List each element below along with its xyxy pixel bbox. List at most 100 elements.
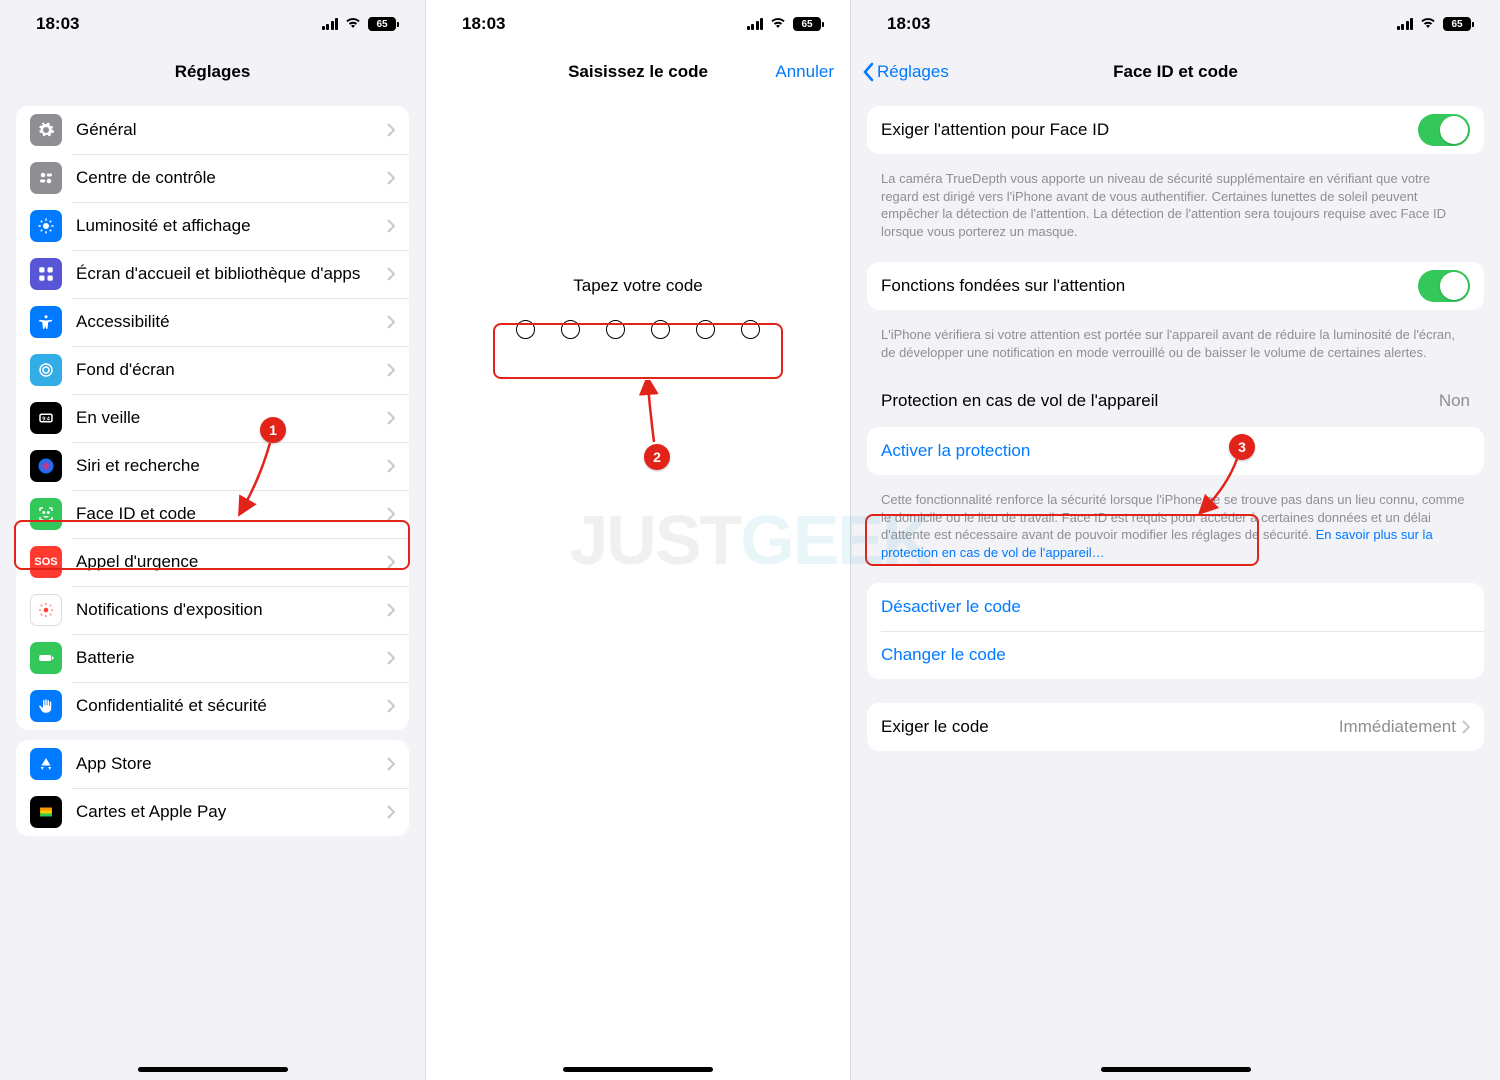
row-attention-features[interactable]: Fonctions fondées sur l'attention xyxy=(867,262,1484,310)
page-title: Saisissez le code xyxy=(568,62,708,82)
status-time: 18:03 xyxy=(887,14,930,34)
group-features: Fonctions fondées sur l'attention xyxy=(867,262,1484,310)
toggle-on[interactable] xyxy=(1418,114,1470,146)
phone-faceid: 18:03 65 Réglages Face ID et code Exiger… xyxy=(850,0,1500,1080)
row-siri[interactable]: Siri et recherche xyxy=(16,442,409,490)
group-code-actions: Désactiver le code Changer le code xyxy=(867,583,1484,679)
row-change-code[interactable]: Changer le code xyxy=(867,631,1484,679)
passcode-dot xyxy=(606,320,625,339)
wifi-icon xyxy=(344,14,362,34)
footer-attention: La caméra TrueDepth vous apporte un nive… xyxy=(851,164,1500,252)
status-time: 18:03 xyxy=(36,14,79,34)
passcode-dots[interactable] xyxy=(426,320,850,339)
toggle-on[interactable] xyxy=(1418,270,1470,302)
hand-icon xyxy=(30,690,62,722)
svg-text:9:4: 9:4 xyxy=(42,416,50,422)
status-bar: 18:03 65 xyxy=(851,0,1500,48)
settings-group-store: App Store Cartes et Apple Pay xyxy=(16,740,409,836)
back-button[interactable]: Réglages xyxy=(861,62,949,82)
home-indicator xyxy=(1101,1067,1251,1072)
group-theft: Activer la protection xyxy=(867,427,1484,475)
chevron-right-icon xyxy=(387,219,395,233)
battery-icon: 65 xyxy=(368,17,399,31)
battery-icon: 65 xyxy=(793,17,824,31)
chevron-right-icon xyxy=(387,315,395,329)
status-bar: 18:03 65 xyxy=(0,0,425,48)
callout-badge-1: 1 xyxy=(260,417,286,443)
chevron-right-icon xyxy=(387,411,395,425)
row-require-attention[interactable]: Exiger l'attention pour Face ID xyxy=(867,106,1484,154)
cancel-button[interactable]: Annuler xyxy=(775,62,834,82)
phone-passcode: 18:03 65 Saisissez le code Annuler Tapez… xyxy=(425,0,850,1080)
status-bar: 18:03 65 xyxy=(426,0,850,48)
chevron-right-icon xyxy=(387,651,395,665)
chevron-right-icon xyxy=(387,363,395,377)
chevron-right-icon xyxy=(387,757,395,771)
status-time: 18:03 xyxy=(462,14,505,34)
row-privacy[interactable]: Confidentialité et sécurité xyxy=(16,682,409,730)
phone-settings: 18:03 65 Réglages Général Centre de cont… xyxy=(0,0,425,1080)
passcode-prompt: Tapez votre code xyxy=(426,276,850,296)
accessibility-icon xyxy=(30,306,62,338)
row-appstore[interactable]: App Store xyxy=(16,740,409,788)
wifi-icon xyxy=(769,14,787,34)
footer-theft: Cette fonctionnalité renforce la sécurit… xyxy=(851,485,1500,573)
nav-bar: Saisissez le code Annuler xyxy=(426,48,850,96)
status-right: 65 xyxy=(1397,14,1475,34)
cellular-icon xyxy=(322,18,339,30)
toggles-icon xyxy=(30,162,62,194)
chevron-right-icon xyxy=(387,507,395,521)
chevron-right-icon xyxy=(1462,720,1470,734)
chevron-left-icon xyxy=(861,62,875,82)
gear-icon xyxy=(30,114,62,146)
callout-badge-2: 2 xyxy=(644,444,670,470)
cellular-icon xyxy=(747,18,764,30)
faceid-icon xyxy=(30,498,62,530)
passcode-dot xyxy=(561,320,580,339)
row-enable-protection[interactable]: Activer la protection xyxy=(867,427,1484,475)
home-indicator xyxy=(563,1067,713,1072)
row-faceid[interactable]: Face ID et code xyxy=(16,490,409,538)
row-accessibility[interactable]: Accessibilité xyxy=(16,298,409,346)
row-disable-code[interactable]: Désactiver le code xyxy=(867,583,1484,631)
row-sos[interactable]: SOSAppel d'urgence xyxy=(16,538,409,586)
row-display[interactable]: Luminosité et affichage xyxy=(16,202,409,250)
sos-icon: SOS xyxy=(30,546,62,578)
siri-icon xyxy=(30,450,62,482)
chevron-right-icon xyxy=(387,267,395,281)
home-indicator xyxy=(138,1067,288,1072)
passcode-dot xyxy=(741,320,760,339)
callout-arrow-2 xyxy=(636,380,666,448)
chevron-right-icon xyxy=(387,805,395,819)
footer-features: L'iPhone vérifiera si votre attention es… xyxy=(851,320,1500,373)
chevron-right-icon xyxy=(387,459,395,473)
cellular-icon xyxy=(1397,18,1414,30)
passcode-dot xyxy=(651,320,670,339)
chevron-right-icon xyxy=(387,171,395,185)
status-right: 65 xyxy=(322,14,400,34)
row-wallpaper[interactable]: Fond d'écran xyxy=(16,346,409,394)
row-require-code[interactable]: Exiger le code Immédiatement xyxy=(867,703,1484,751)
chevron-right-icon xyxy=(387,123,395,137)
nav-bar: Réglages xyxy=(0,48,425,96)
group-attention: Exiger l'attention pour Face ID xyxy=(867,106,1484,154)
brightness-icon xyxy=(30,210,62,242)
row-battery[interactable]: Batterie xyxy=(16,634,409,682)
nav-bar: Réglages Face ID et code xyxy=(851,48,1500,96)
wallet-icon xyxy=(30,796,62,828)
chevron-right-icon xyxy=(387,555,395,569)
status-right: 65 xyxy=(747,14,825,34)
row-exposure[interactable]: Notifications d'exposition xyxy=(16,586,409,634)
row-general[interactable]: Général xyxy=(16,106,409,154)
passcode-area: Tapez votre code xyxy=(426,96,850,339)
row-standby[interactable]: 9:4En veille xyxy=(16,394,409,442)
row-homescreen[interactable]: Écran d'accueil et bibliothèque d'apps xyxy=(16,250,409,298)
page-title: Face ID et code xyxy=(1113,62,1238,82)
exposure-icon xyxy=(30,594,62,626)
row-control-center[interactable]: Centre de contrôle xyxy=(16,154,409,202)
row-wallet[interactable]: Cartes et Apple Pay xyxy=(16,788,409,836)
passcode-dot xyxy=(516,320,535,339)
battery-icon: 65 xyxy=(1443,17,1474,31)
page-title: Réglages xyxy=(175,62,251,82)
chevron-right-icon xyxy=(387,699,395,713)
